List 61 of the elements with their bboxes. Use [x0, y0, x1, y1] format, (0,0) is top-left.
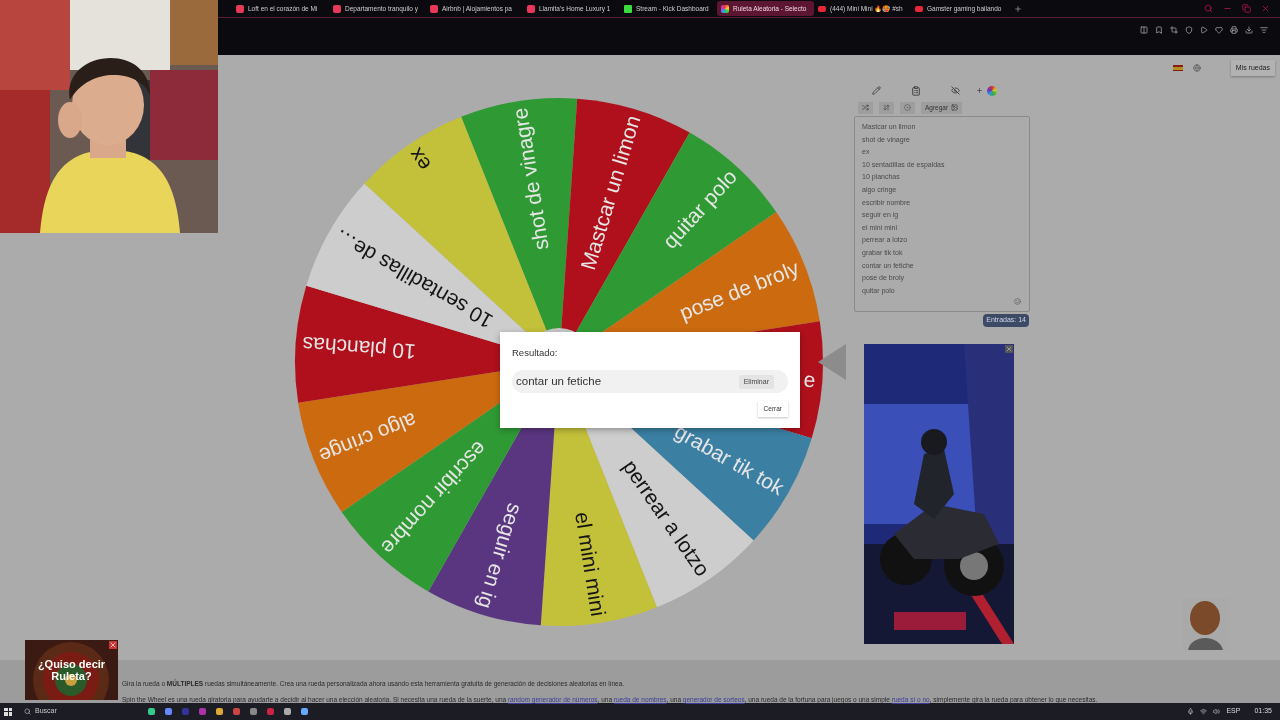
wheel-label: Mastcar un limon	[576, 112, 645, 273]
screenshot-icon[interactable]	[1170, 26, 1178, 34]
taskbar-app-icon[interactable]	[216, 708, 223, 715]
plus-icon[interactable]	[976, 87, 983, 94]
taskbar-app-icon[interactable]	[165, 708, 172, 715]
search-icon	[24, 708, 31, 715]
search-icon[interactable]	[1204, 4, 1213, 13]
taskbar-app-icon[interactable]	[233, 708, 240, 715]
clipboard-icon[interactable]	[911, 85, 921, 96]
tab-favicon-icon	[624, 4, 632, 13]
globe-icon[interactable]	[1192, 64, 1201, 72]
bookmark-icon[interactable]	[1155, 26, 1163, 34]
close-icon[interactable]	[1261, 4, 1270, 13]
split-view-icon[interactable]	[1140, 26, 1148, 34]
tab-favicon-icon	[721, 4, 729, 13]
wheel-pointer	[818, 344, 846, 380]
microphone-icon[interactable]	[1187, 708, 1195, 715]
taskbar-app-icon[interactable]	[267, 708, 274, 715]
volume-icon[interactable]	[1213, 708, 1221, 715]
taskbar-app-icon[interactable]	[199, 708, 206, 715]
image-icon	[951, 104, 959, 111]
wheel-label: 10 planchas	[301, 332, 417, 364]
wifi-icon[interactable]	[1200, 708, 1208, 715]
new-tab-icon[interactable]	[1014, 4, 1022, 13]
pencil-icon[interactable]	[872, 86, 881, 95]
sort-icon	[883, 104, 890, 111]
wheel-label: pose de broly	[676, 256, 802, 325]
circle-icon	[904, 104, 911, 111]
shuffle-button[interactable]	[858, 101, 873, 114]
shuffle-icon	[862, 104, 869, 111]
tab-favicon-icon	[333, 4, 341, 13]
sort-button[interactable]	[879, 101, 894, 114]
shield-icon[interactable]	[1185, 26, 1193, 34]
close-icon[interactable]	[1005, 344, 1013, 353]
wheel-label: e	[802, 367, 817, 392]
wheel-label: shot de vinagre	[507, 106, 553, 252]
download-icon[interactable]	[1245, 26, 1253, 34]
heart-icon[interactable]	[1215, 26, 1223, 34]
wheel-label: ex	[403, 143, 436, 176]
tab-favicon-icon	[818, 5, 826, 12]
menu-icon[interactable]	[1260, 26, 1268, 34]
tab-favicon-icon	[915, 5, 923, 12]
wheel-label: algo cringe	[316, 408, 420, 468]
tab-favicon-icon	[236, 4, 244, 13]
wheel-label: seguir en ig	[473, 500, 528, 612]
result-label: Resultado:	[512, 346, 559, 360]
printer-icon[interactable]	[1230, 26, 1238, 34]
wheel-label: el mini mini	[571, 510, 611, 618]
tab-favicon-icon	[430, 4, 438, 13]
entries-field[interactable]	[854, 116, 1030, 312]
eye-off-icon[interactable]	[951, 86, 960, 95]
taskbar-app-icon[interactable]	[148, 708, 155, 715]
start-icon[interactable]	[4, 707, 12, 716]
taskbar-app-icon[interactable]	[301, 708, 308, 715]
taskbar-app-icon[interactable]	[250, 708, 257, 715]
tab-favicon-icon	[527, 4, 535, 13]
taskbar-app-icon[interactable]	[284, 708, 291, 715]
color-wheel-icon[interactable]	[987, 85, 997, 96]
spain-flag-icon[interactable]	[1172, 65, 1183, 71]
play-icon[interactable]	[1200, 26, 1208, 34]
result-text: contar un fetiche	[516, 374, 602, 390]
